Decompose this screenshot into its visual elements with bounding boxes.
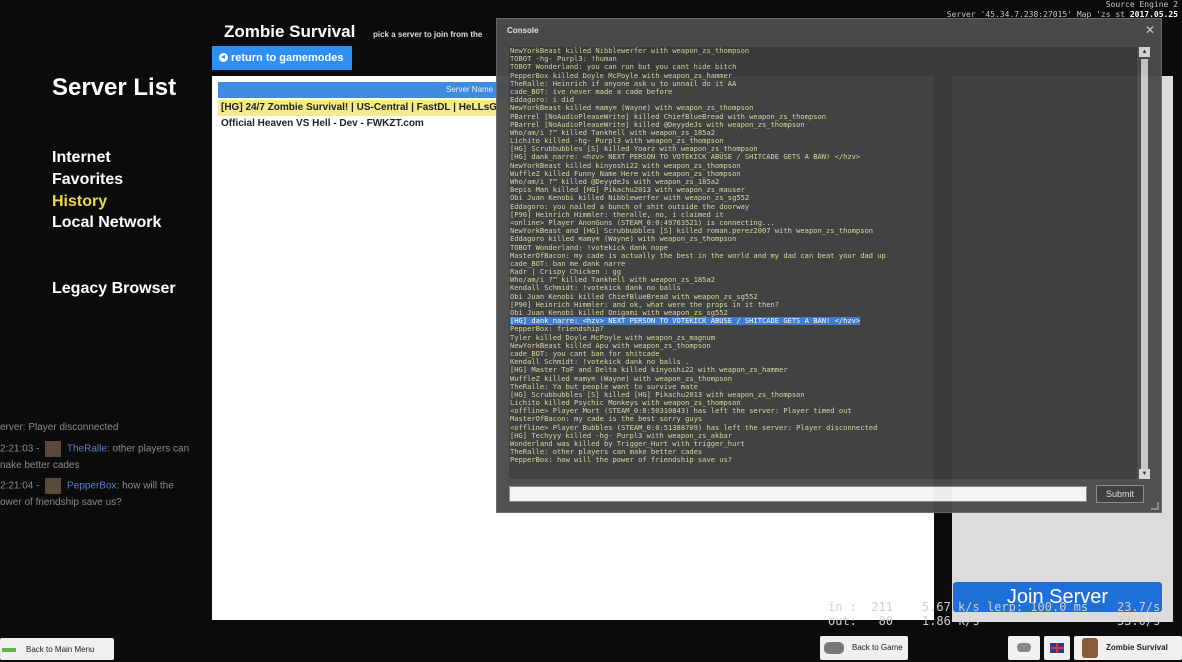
back-arrow-icon	[219, 53, 228, 62]
gamepad-icon	[824, 642, 844, 654]
column-header-server-name[interactable]: Server Name	[218, 82, 518, 98]
close-icon[interactable]: ✕	[1145, 23, 1155, 37]
chat-text: : other players can	[106, 443, 190, 455]
submit-button[interactable]: Submit	[1096, 485, 1144, 503]
nav-legacy-browser[interactable]: Legacy Browser	[52, 280, 176, 298]
language-button[interactable]	[1044, 636, 1070, 660]
back-game-label: Back to Game	[852, 643, 903, 652]
console-log[interactable]: NewYorkBeast killed Nibblewerfer with we…	[509, 47, 1137, 479]
console-lines: NewYorkBeast killed Nibblewerfer with we…	[510, 47, 1135, 465]
menu-icon	[2, 648, 16, 652]
engine-label: Source Engine 2	[1105, 0, 1178, 9]
return-label: return to gamemodes	[231, 52, 344, 64]
back-main-label: Back to Main Menu	[26, 645, 95, 654]
controller-icon	[1017, 643, 1031, 652]
chat-time: 2:21:04 -	[0, 480, 40, 492]
console-scrollbar[interactable]: ▲ ▼	[1139, 47, 1150, 479]
nav-history[interactable]: History	[52, 193, 107, 211]
column-header-label: Server Name	[446, 85, 494, 94]
gamemode-button[interactable]: Zombie Survival	[1074, 636, 1182, 660]
console-title: Console	[507, 26, 539, 35]
server-row[interactable]: Official Heaven VS Hell - Dev - FWKZT.co…	[218, 116, 498, 132]
chat-time: 2:21:03 -	[0, 443, 40, 455]
bg-chat-line: 2:21:04 - PepperBox: how will the	[0, 478, 174, 494]
bg-chat-line: 2:21:03 - TheRalle: other players can	[0, 441, 189, 457]
bg-chat-line: erver: Player disconnected	[0, 422, 119, 433]
engine-info: Source Engine 2 Server '45.34.7.238:2701…	[947, 0, 1178, 20]
chat-text: : how will the	[116, 480, 174, 492]
gamemode-icon	[1082, 638, 1098, 658]
nav-local-network[interactable]: Local Network	[52, 214, 161, 232]
bg-chat-line: ower of friendship save us?	[0, 497, 122, 508]
controller-button[interactable]	[1008, 636, 1040, 660]
console-input[interactable]	[509, 486, 1087, 502]
console-window[interactable]: Console ✕ NewYorkBeast killed Nibblewerf…	[496, 18, 1162, 513]
chat-name: PepperBox	[67, 480, 117, 492]
server-row[interactable]: [HG] 24/7 Zombie Survival! | US-Central …	[218, 100, 498, 116]
scroll-down-icon[interactable]: ▼	[1139, 469, 1150, 479]
console-line: PepperBox: how will the power of friends…	[510, 455, 733, 465]
back-to-main-menu-button[interactable]: Back to Main Menu	[0, 638, 114, 660]
back-to-game-button[interactable]: Back to Game	[820, 636, 908, 660]
gamemode-subtitle: pick a server to join from the	[373, 30, 483, 39]
gamemode-title: Zombie Survival	[224, 22, 356, 41]
nav-favorites[interactable]: Favorites	[52, 171, 123, 189]
console-line: cade_BOT: ive never made a cade before	[510, 86, 673, 96]
scroll-up-icon[interactable]: ▲	[1139, 47, 1150, 57]
return-to-gamemodes-button[interactable]: return to gamemodes	[212, 46, 352, 70]
flag-icon	[1050, 643, 1064, 653]
avatar	[45, 441, 62, 457]
netgraph-in: in : 211 5.67 k/s lerp: 100.0 ms 23.7/s	[828, 600, 1161, 614]
nav-internet[interactable]: Internet	[52, 149, 111, 167]
netgraph-out: out: 80 1.86 k/s 33.0/s	[828, 614, 1161, 628]
avatar	[45, 478, 62, 494]
gamemode-label: Zombie Survival	[1106, 643, 1168, 652]
server-list-title: Server List	[52, 74, 177, 101]
resize-grip-icon[interactable]	[1151, 502, 1159, 510]
scroll-thumb[interactable]	[1141, 59, 1148, 469]
bg-chat-line: nake better cades	[0, 460, 80, 471]
chat-name: TheRalle	[66, 443, 107, 455]
